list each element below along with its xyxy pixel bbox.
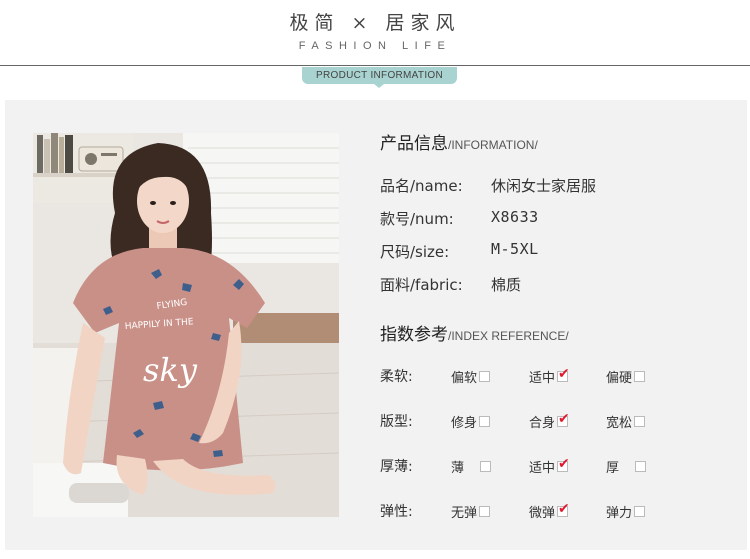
index-option-label: 微弹 (529, 506, 556, 521)
info-label-name: 品名/name: (380, 177, 463, 195)
index-option: 厚 (606, 457, 647, 476)
index-option-label: 无弹 (451, 506, 478, 521)
index-option: 弹力 (606, 502, 646, 521)
checkbox[interactable] (634, 416, 646, 427)
brand-title: 极简 × 居家风 (289, 12, 461, 34)
index-option: 偏硬 (606, 367, 646, 386)
checkbox[interactable]: ✔ (557, 457, 570, 472)
info-label-fabric: 面料/fabric: (380, 276, 463, 294)
checkbox[interactable] (479, 416, 491, 427)
product-photo: FLYING HAPPILY IN THE sky (33, 133, 339, 517)
index-option: 修身 (451, 412, 491, 431)
info-label-num: 款号/num: (380, 210, 454, 228)
checkbox[interactable] (635, 461, 647, 472)
index-option-label: 厚 (606, 461, 620, 476)
checkbox[interactable]: ✔ (557, 412, 570, 427)
product-info-title-en: /INFORMATION/ (448, 138, 538, 152)
index-option: 适中 ✔ (529, 457, 570, 476)
brand-subtitle: FASHION LIFE (298, 40, 452, 52)
header-divider (0, 65, 750, 66)
index-option-label: 偏硬 (606, 371, 633, 386)
check-icon: ✔ (558, 501, 570, 517)
info-value-name: 休闲女士家居服 (491, 177, 597, 195)
check-icon: ✔ (558, 411, 570, 427)
index-reference-title: 指数参考 (380, 325, 448, 345)
index-option: 薄 (451, 457, 492, 476)
index-option-label: 合身 (529, 416, 556, 431)
index-label: 厚薄: (380, 459, 413, 475)
index-option-label: 修身 (451, 416, 478, 431)
index-label: 弹性: (380, 504, 413, 520)
checkbox[interactable] (634, 371, 646, 382)
index-option-label: 适中 (529, 371, 556, 386)
checkbox[interactable]: ✔ (557, 502, 570, 517)
index-option-label: 宽松 (606, 416, 633, 431)
tag-notch (374, 84, 384, 88)
checkbox[interactable] (480, 461, 492, 472)
info-label-size: 尺码/size: (380, 243, 450, 261)
index-option: 合身 ✔ (529, 412, 570, 431)
index-option-label: 薄 (451, 461, 465, 476)
index-option-label: 弹力 (606, 506, 633, 521)
index-option: 宽松 (606, 412, 646, 431)
info-value-size: M-5XL (491, 240, 539, 258)
index-reference-heading: 指数参考/INDEX REFERENCE/ (380, 320, 569, 345)
product-information-tag: PRODUCT INFORMATION (302, 67, 457, 84)
checkbox[interactable] (634, 506, 646, 517)
checkbox[interactable] (479, 506, 491, 517)
index-option: 无弹 (451, 502, 491, 521)
shirt-text-sky: sky (143, 351, 198, 389)
check-icon: ✔ (558, 366, 570, 382)
index-reference-title-en: /INDEX REFERENCE/ (448, 329, 569, 343)
checkbox[interactable] (479, 371, 491, 382)
index-option-label: 偏软 (451, 371, 478, 386)
index-option-label: 适中 (529, 461, 556, 476)
check-icon: ✔ (558, 456, 570, 472)
index-option: 适中 ✔ (529, 367, 570, 386)
index-option: 偏软 (451, 367, 491, 386)
info-value-num: X8633 (491, 208, 539, 226)
info-value-fabric: 棉质 (491, 276, 522, 294)
index-option: 微弹 ✔ (529, 502, 570, 521)
checkbox[interactable]: ✔ (557, 367, 570, 382)
product-info-title: 产品信息 (380, 134, 448, 154)
index-label: 柔软: (380, 369, 413, 385)
product-info-heading: 产品信息/INFORMATION/ (380, 129, 538, 154)
index-label: 版型: (380, 414, 413, 430)
